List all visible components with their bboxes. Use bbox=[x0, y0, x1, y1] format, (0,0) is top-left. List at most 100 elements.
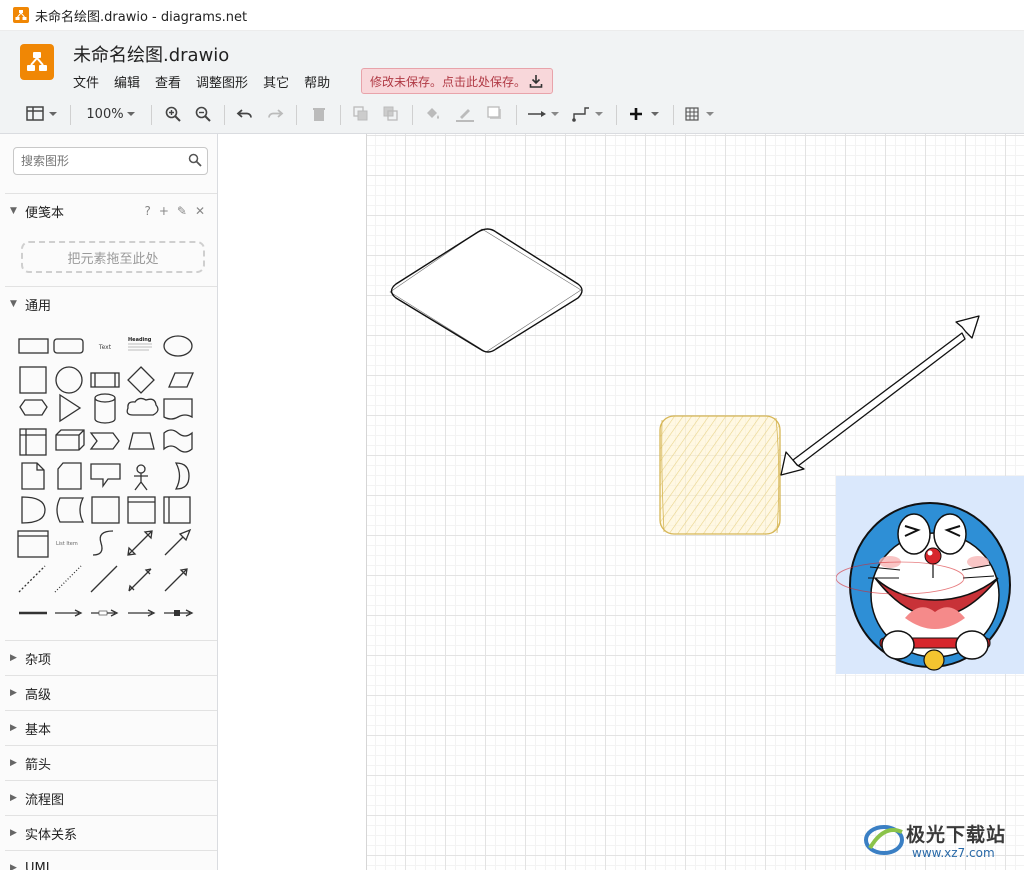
waypoints-icon[interactable] bbox=[571, 103, 605, 125]
section-title: 通用 bbox=[25, 298, 52, 314]
add-icon[interactable]: + bbox=[159, 204, 169, 218]
rectangle-shape[interactable] bbox=[18, 338, 49, 354]
drawio-logo-icon bbox=[20, 44, 54, 80]
section-scratchpad[interactable]: ▼ 便笺本 ? + ✎ ✕ bbox=[5, 193, 217, 228]
text-shape-label[interactable]: Text bbox=[98, 344, 112, 351]
zoom-in-icon[interactable] bbox=[163, 103, 183, 125]
diamond-shape[interactable] bbox=[127, 366, 155, 394]
delay-shape[interactable] bbox=[21, 496, 46, 524]
search-icon[interactable] bbox=[188, 153, 202, 167]
internal-storage-shape[interactable] bbox=[19, 428, 47, 456]
unsaved-changes-button[interactable]: 修改未保存。点击此处保存。 bbox=[361, 68, 553, 94]
heading-shape-label[interactable]: Heading bbox=[128, 337, 152, 343]
section-misc[interactable]: ▶ 杂项 bbox=[5, 640, 217, 675]
zoom-level: 100% bbox=[86, 106, 124, 122]
list-shape[interactable] bbox=[17, 530, 49, 558]
shadow-icon[interactable] bbox=[485, 103, 505, 125]
rounded-rectangle-shape[interactable] bbox=[53, 338, 84, 354]
zoom-out-icon[interactable] bbox=[193, 103, 213, 125]
insert-icon[interactable] bbox=[627, 103, 663, 125]
to-back-icon[interactable] bbox=[381, 103, 401, 125]
connection-icon[interactable] bbox=[527, 103, 561, 125]
sketch-rectangle-shape[interactable] bbox=[659, 415, 781, 535]
connector-shape[interactable] bbox=[55, 609, 83, 617]
toolbar-separator bbox=[412, 105, 413, 125]
parallelogram-shape[interactable] bbox=[168, 372, 194, 388]
list-item-shape-label[interactable]: List Item bbox=[56, 541, 78, 547]
or-shape[interactable] bbox=[174, 462, 190, 490]
bidirectional-arrow-shape[interactable] bbox=[127, 530, 153, 556]
connector-symbol-node bbox=[174, 610, 180, 616]
section-uml[interactable]: ▶ UML bbox=[5, 850, 217, 870]
section-arrows[interactable]: ▶ 箭头 bbox=[5, 745, 217, 780]
triangle-shape[interactable] bbox=[59, 393, 82, 423]
hexagon-shape[interactable] bbox=[19, 399, 48, 416]
actor-shape[interactable] bbox=[134, 464, 148, 491]
vertical-container-shape[interactable] bbox=[163, 496, 191, 524]
cloud-shape[interactable] bbox=[126, 397, 159, 416]
directional-connector-shape[interactable] bbox=[164, 568, 188, 592]
file-name[interactable]: 未命名绘图.drawio bbox=[73, 41, 229, 67]
tape-shape[interactable] bbox=[163, 429, 193, 453]
menu-view[interactable]: 查看 bbox=[155, 72, 181, 91]
section-advanced[interactable]: ▶ 高级 bbox=[5, 675, 217, 710]
section-general[interactable]: ▼ 通用 bbox=[5, 286, 217, 321]
edit-icon[interactable]: ✎ bbox=[177, 204, 187, 218]
search-shapes-input[interactable] bbox=[13, 147, 208, 175]
dashed-line-shape[interactable] bbox=[18, 565, 46, 593]
section-entity-relation[interactable]: ▶ 实体关系 bbox=[5, 815, 217, 850]
format-panel-icon[interactable] bbox=[26, 103, 60, 125]
redo-icon[interactable] bbox=[265, 103, 285, 125]
shapes-sidebar: ▼ 便笺本 ? + ✎ ✕ 把元素拖至此处 ▼ 通用 bbox=[0, 134, 218, 870]
note-shape[interactable] bbox=[21, 462, 45, 490]
help-icon[interactable]: ? bbox=[144, 204, 150, 218]
data-storage-shape[interactable] bbox=[56, 497, 85, 523]
zoom-dropdown[interactable]: 100% bbox=[84, 103, 140, 125]
connector-2-label-shape[interactable] bbox=[128, 609, 156, 617]
square-shape[interactable] bbox=[19, 366, 47, 394]
circle-shape[interactable] bbox=[55, 366, 83, 394]
document-shape[interactable] bbox=[163, 398, 193, 420]
trapezoid-shape[interactable] bbox=[128, 432, 155, 450]
toolbar-separator bbox=[296, 105, 297, 125]
collapsed-triangle-icon: ▶ bbox=[10, 653, 17, 663]
close-icon[interactable]: ✕ bbox=[195, 204, 205, 218]
line-shape[interactable] bbox=[90, 565, 118, 593]
container-shape[interactable] bbox=[91, 496, 120, 524]
to-front-icon[interactable] bbox=[351, 103, 371, 125]
menu-file[interactable]: 文件 bbox=[73, 72, 99, 91]
menu-help[interactable]: 帮助 bbox=[304, 72, 330, 91]
undo-icon[interactable] bbox=[235, 103, 255, 125]
section-flowchart[interactable]: ▶ 流程图 bbox=[5, 780, 217, 815]
menu-extras[interactable]: 其它 bbox=[263, 72, 289, 91]
swimlane-shape[interactable] bbox=[127, 496, 156, 524]
scratchpad-dropzone[interactable]: 把元素拖至此处 bbox=[21, 241, 205, 273]
section-basic[interactable]: ▶ 基本 bbox=[5, 710, 217, 745]
section-title: 便笺本 bbox=[25, 205, 65, 221]
ellipse-shape[interactable] bbox=[163, 335, 193, 357]
delete-icon[interactable] bbox=[309, 103, 329, 125]
fill-color-icon[interactable] bbox=[423, 103, 443, 125]
arrow-shape[interactable] bbox=[164, 528, 192, 556]
bidirectional-connector-shape[interactable] bbox=[128, 568, 152, 592]
collapsed-triangle-icon: ▶ bbox=[10, 723, 17, 733]
download-icon bbox=[529, 75, 543, 88]
line-color-icon[interactable] bbox=[454, 103, 476, 125]
toolbar-separator bbox=[151, 105, 152, 125]
doraemon-image[interactable] bbox=[836, 476, 1024, 674]
table-icon[interactable] bbox=[684, 103, 718, 125]
cylinder-shape[interactable] bbox=[94, 393, 116, 424]
toolbar-separator bbox=[70, 105, 71, 125]
curve-shape[interactable] bbox=[92, 530, 114, 556]
cube-shape[interactable] bbox=[55, 429, 85, 451]
menu-arrange[interactable]: 调整图形 bbox=[196, 72, 248, 91]
connector-label-box bbox=[98, 610, 108, 616]
toolbar-separator bbox=[673, 105, 674, 125]
dotted-line-shape[interactable] bbox=[54, 565, 82, 593]
general-shapes-palette: Text Heading List Item bbox=[17, 335, 194, 617]
step-shape[interactable] bbox=[89, 432, 120, 450]
callout-shape[interactable] bbox=[90, 463, 121, 489]
card-shape[interactable] bbox=[57, 462, 82, 490]
menu-edit[interactable]: 编辑 bbox=[114, 72, 140, 91]
app-header: 未命名绘图.drawio 文件 编辑 查看 调整图形 其它 帮助 修改未保存。点… bbox=[0, 31, 1024, 95]
